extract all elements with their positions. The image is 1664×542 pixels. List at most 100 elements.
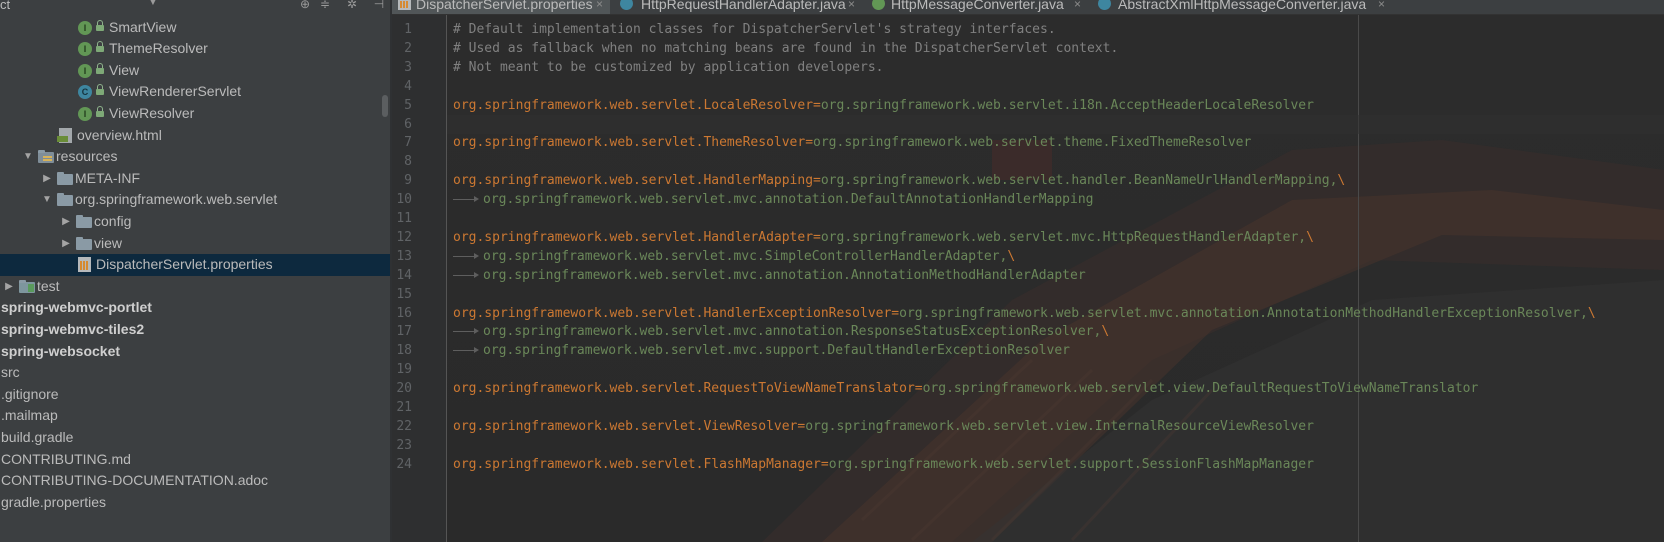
tree-item[interactable]: .mailmap: [0, 405, 390, 427]
line-number: 5: [404, 97, 412, 113]
tree-item[interactable]: CONTRIBUTING-DOCUMENTATION.adoc: [0, 470, 390, 492]
property-value: org.springframework.web.servlet.mvc.Http…: [820, 229, 1307, 245]
tree-item[interactable]: build.gradle: [0, 427, 390, 449]
code-line[interactable]: 21: [392, 398, 1664, 417]
code-line[interactable]: 17 org.springframework.web.servlet.mvc.an…: [392, 322, 1664, 341]
hide-icon[interactable]: ⊣: [372, 0, 386, 11]
project-tool-window: ct ▼ ⊕ ≑ ✲ ⊣ I SmartView I ThemeResolver I Vi…: [0, 0, 390, 542]
chevron-right-icon[interactable]: ▶: [60, 211, 72, 233]
chevron-right-icon[interactable]: ▶: [60, 233, 72, 255]
tree-item[interactable]: spring-webmvc-tiles2: [0, 319, 390, 341]
code-line[interactable]: 14 org.springframework.web.servlet.mvc.an…: [392, 266, 1664, 285]
property-value-continuation: org.springframework.web.servlet.mvc.anno…: [483, 266, 1086, 285]
property-value-continuation: org.springframework.web.servlet.mvc.anno…: [483, 190, 1093, 209]
project-view-dropdown[interactable]: ct: [0, 0, 10, 12]
tree-item[interactable]: gradle.properties: [0, 492, 390, 514]
close-icon[interactable]: ×: [848, 0, 855, 14]
code-line[interactable]: 7 org.springframework.web.servlet.ThemeRe…: [392, 133, 1664, 152]
line-number: 22: [396, 418, 412, 434]
code-line[interactable]: 2 # Used as fallback when no matching bea…: [392, 39, 1664, 58]
properties-file-icon: [78, 257, 91, 273]
property-key: org.springframework.web.servlet.RequestT…: [453, 381, 915, 397]
editor-tab[interactable]: HttpRequestHandlerAdapter.java ×: [614, 0, 862, 14]
tree-item[interactable]: ▶ META-INF: [0, 168, 390, 190]
class-icon: [620, 0, 633, 10]
tree-item[interactable]: ▶ view: [0, 233, 390, 255]
settings-icon[interactable]: ✲: [345, 0, 359, 11]
code-line[interactable]: 12 org.springframework.web.servlet.Handle…: [392, 228, 1664, 247]
tree-item[interactable]: I ThemeResolver: [0, 38, 390, 60]
tree-item[interactable]: spring-websocket: [0, 341, 390, 363]
property-entry: org.springframework.web.servlet.LocaleRe…: [453, 96, 1314, 115]
code-line[interactable]: 9 org.springframework.web.servlet.Handler…: [392, 171, 1664, 190]
code-line[interactable]: 6: [392, 115, 1664, 134]
editor-tab[interactable]: HttpMessageConverter.java ×: [866, 0, 1088, 14]
code-line[interactable]: 15: [392, 285, 1664, 304]
code-line[interactable]: 18 org.springframework.web.servlet.mvc.su…: [392, 341, 1664, 360]
close-icon[interactable]: ×: [1074, 0, 1081, 14]
line-number: 14: [396, 267, 412, 283]
line-number: 21: [396, 400, 412, 415]
editor-tab[interactable]: AbstractXmlHttpMessageConverter.java ×: [1092, 0, 1392, 14]
tree-item[interactable]: overview.html: [0, 125, 390, 147]
chevron-down-icon[interactable]: ▼: [41, 189, 53, 211]
editor-tab[interactable]: DispatcherServlet.properties ×: [392, 0, 610, 14]
tree-item[interactable]: src: [0, 362, 390, 384]
code-line[interactable]: 16 org.springframework.web.servlet.Handle…: [392, 304, 1664, 323]
interface-icon: I: [78, 106, 92, 121]
test-folder-icon: [19, 279, 35, 293]
chevron-right-icon[interactable]: ▶: [3, 276, 15, 298]
globe-icon[interactable]: ⊕: [298, 0, 312, 11]
tree-item[interactable]: ▶ test: [0, 276, 390, 298]
code-line[interactable]: 3 # Not meant to be customized by applica…: [392, 58, 1664, 77]
interface-icon: I: [78, 42, 92, 57]
tree-item[interactable]: I ViewResolver: [0, 103, 390, 125]
code-line[interactable]: 1 # Default implementation classes for Di…: [392, 20, 1664, 39]
code-line[interactable]: 11: [392, 209, 1664, 228]
tab-arrow-icon: [453, 266, 481, 285]
comment-text: # Default implementation classes for Dis…: [453, 22, 1056, 37]
tree-item-label: build.gradle: [1, 428, 74, 445]
editor-tab-bar: DispatcherServlet.properties × HttpRequest…: [392, 0, 1664, 15]
interface-icon: I: [78, 20, 92, 35]
tree-item[interactable]: ▶ config: [0, 211, 390, 233]
close-icon[interactable]: ×: [1378, 0, 1385, 14]
tree-item-label: spring-webmvc-portlet: [1, 299, 152, 316]
tree-item[interactable]: I View: [0, 60, 390, 82]
code-line[interactable]: 23: [392, 436, 1664, 455]
tree-item[interactable]: DispatcherServlet.properties: [0, 254, 390, 276]
tree-item[interactable]: I SmartView: [0, 17, 390, 39]
code-line[interactable]: 8: [392, 152, 1664, 171]
tree-item[interactable]: .gitignore: [0, 384, 390, 406]
line-number: 3: [404, 59, 412, 75]
property-entry: org.springframework.web.servlet.RequestT…: [453, 379, 1478, 398]
chevron-right-icon[interactable]: ▶: [41, 168, 53, 190]
code-line[interactable]: 24 org.springframework.web.servlet.FlashM…: [392, 455, 1664, 474]
code-line[interactable]: 5 org.springframework.web.servlet.LocaleR…: [392, 96, 1664, 115]
tree-item[interactable]: C ViewRendererServlet: [0, 81, 390, 103]
tree-item[interactable]: ▼ org.springframework.web.servlet: [0, 189, 390, 211]
property-entry: org.springframework.web.servlet.HandlerA…: [453, 228, 1314, 247]
tree-scrollbar[interactable]: [382, 95, 388, 117]
code-line[interactable]: 10 org.springframework.web.servlet.mvc.an…: [392, 190, 1664, 209]
code-line[interactable]: 22 org.springframework.web.servlet.ViewRe…: [392, 417, 1664, 436]
lock-icon: [96, 105, 104, 119]
tree-item-label: spring-webmvc-tiles2: [1, 320, 145, 337]
code-line[interactable]: 4: [392, 77, 1664, 96]
tree-item[interactable]: ▼ resources: [0, 146, 390, 168]
tree-item-label: META-INF: [75, 169, 141, 186]
close-icon[interactable]: ×: [596, 0, 603, 14]
code-line[interactable]: 13 org.springframework.web.servlet.mvc.Si…: [392, 247, 1664, 266]
tree-item[interactable]: spring-webmvc-portlet: [0, 297, 390, 319]
code-line[interactable]: 19: [392, 360, 1664, 379]
tree-item[interactable]: CONTRIBUTING.md: [0, 449, 390, 471]
property-entry: org.springframework.web.servlet.ViewReso…: [453, 417, 1314, 436]
collapse-all-icon[interactable]: ≑: [318, 0, 332, 11]
property-value: org.springframework.web.servlet.view.Def…: [922, 381, 1479, 397]
interface-icon: [872, 0, 885, 10]
chevron-down-icon[interactable]: ▼: [148, 0, 158, 8]
chevron-down-icon[interactable]: ▼: [22, 146, 34, 168]
code-line[interactable]: 20 org.springframework.web.servlet.Reques…: [392, 379, 1664, 398]
tree-item-label: resources: [56, 148, 118, 165]
line-number: 12: [396, 229, 412, 245]
